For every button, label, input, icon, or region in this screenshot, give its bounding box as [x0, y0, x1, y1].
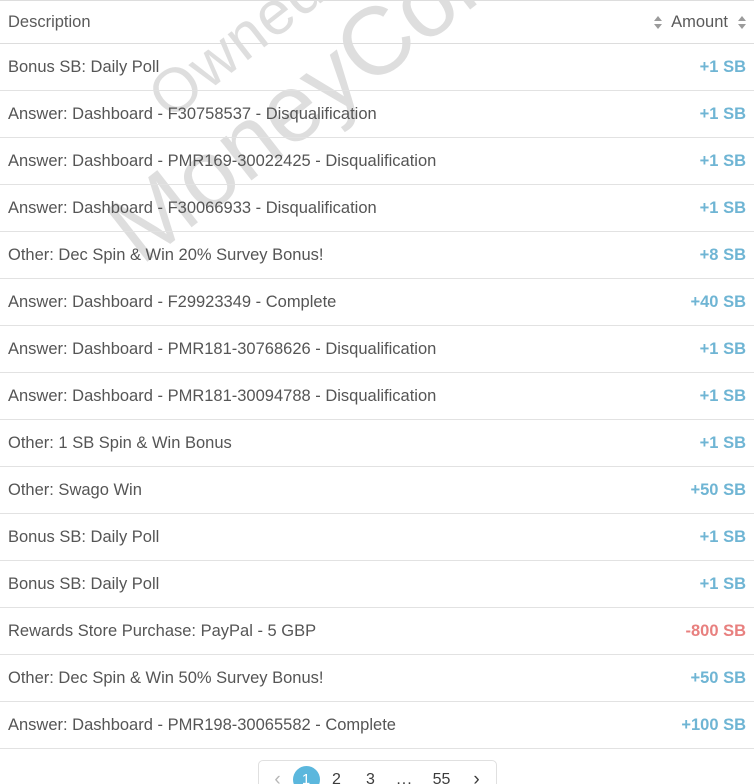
cell-description: Bonus SB: Daily Poll: [0, 560, 548, 608]
pagination: ‹ 1 2 3 ... 55 ›: [257, 760, 497, 784]
pagination-page-1[interactable]: 1: [292, 766, 320, 784]
table-row: Bonus SB: Daily Poll +1 SB: [0, 43, 754, 91]
table-header: Description Amount: [0, 0, 754, 44]
table-body: Bonus SB: Daily Poll +1 SB Answer: Dashboa…: [0, 43, 754, 749]
pagination-page-last[interactable]: 55: [422, 762, 462, 784]
cell-description: Other: 1 SB Spin & Win Bonus: [0, 419, 548, 467]
table-row: Answer: Dashboard - PMR181-30768626 - Di…: [0, 325, 754, 373]
cell-amount: +1 SB: [548, 372, 754, 420]
cell-amount: +1 SB: [548, 43, 754, 91]
column-header-description-label: Description: [8, 12, 91, 31]
cell-description: Other: Swago Win: [0, 466, 548, 514]
cell-amount: +1 SB: [548, 325, 754, 373]
table-row: Other: Dec Spin & Win 20% Survey Bonus! +…: [0, 231, 754, 279]
table-row: Answer: Dashboard - F30066933 - Disquali…: [0, 184, 754, 232]
caret-down-icon: [737, 23, 746, 29]
cell-description: Answer: Dashboard - F30758537 - Disquali…: [0, 90, 548, 138]
cell-amount: -800 SB: [548, 607, 754, 655]
cell-description: Answer: Dashboard - PMR198-30065582 - Co…: [0, 701, 548, 749]
cell-description: Answer: Dashboard - F30066933 - Disquali…: [0, 184, 548, 232]
pagination-area: ‹ 1 2 3 ... 55 ›: [0, 749, 754, 784]
cell-amount: +1 SB: [548, 560, 754, 608]
cell-amount: +8 SB: [548, 231, 754, 279]
table-row: Other: Dec Spin & Win 50% Survey Bonus! +…: [0, 654, 754, 702]
transactions-table-container: Description Amount Bonus SB: Daily Poll …: [0, 0, 754, 749]
table-row: Answer: Dashboard - PMR169-30022425 - Di…: [0, 137, 754, 185]
pagination-ellipsis: ...: [396, 770, 413, 784]
table-row: Bonus SB: Daily Poll +1 SB: [0, 513, 754, 561]
cell-amount: +1 SB: [548, 184, 754, 232]
cell-description: Answer: Dashboard - PMR169-30022425 - Di…: [0, 137, 548, 185]
cell-description: Bonus SB: Daily Poll: [0, 513, 548, 561]
transaction-history-page: Owned by MoneyCortex Description Amount …: [0, 0, 754, 784]
sort-description-icon[interactable]: [653, 14, 662, 30]
cell-amount: +1 SB: [548, 137, 754, 185]
cell-amount: +50 SB: [548, 466, 754, 514]
cell-description: Rewards Store Purchase: PayPal - 5 GBP: [0, 607, 548, 655]
pagination-page-3[interactable]: 3: [354, 762, 388, 784]
cell-description: Answer: Dashboard - F29923349 - Complete: [0, 278, 548, 326]
transactions-table: Description Amount Bonus SB: Daily Poll …: [0, 0, 754, 749]
cell-description: Bonus SB: Daily Poll: [0, 43, 548, 91]
table-row: Answer: Dashboard - PMR198-30065582 - Co…: [0, 701, 754, 749]
table-row: Other: 1 SB Spin & Win Bonus +1 SB: [0, 419, 754, 467]
cell-description: Answer: Dashboard - PMR181-30768626 - Di…: [0, 325, 548, 373]
column-header-amount-label: Amount: [671, 12, 728, 31]
table-row: Other: Swago Win +50 SB: [0, 466, 754, 514]
cell-description: Other: Dec Spin & Win 20% Survey Bonus!: [0, 231, 548, 279]
pagination-page-2[interactable]: 2: [320, 762, 354, 784]
cell-amount: +1 SB: [548, 513, 754, 561]
cell-amount: +100 SB: [548, 701, 754, 749]
cell-description: Other: Dec Spin & Win 50% Survey Bonus!: [0, 654, 548, 702]
caret-up-icon: [737, 15, 746, 21]
pagination-next-button[interactable]: ›: [462, 762, 492, 784]
cell-amount: +1 SB: [548, 419, 754, 467]
column-header-amount[interactable]: Amount: [548, 0, 754, 44]
table-row: Answer: Dashboard - PMR181-30094788 - Di…: [0, 372, 754, 420]
header-row: Description Amount: [0, 0, 754, 44]
caret-up-icon: [653, 15, 662, 21]
caret-down-icon: [653, 23, 662, 29]
table-row: Answer: Dashboard - F30758537 - Disquali…: [0, 90, 754, 138]
column-header-description[interactable]: Description: [0, 0, 548, 44]
table-row: Bonus SB: Daily Poll +1 SB: [0, 560, 754, 608]
sort-amount-icon[interactable]: [737, 14, 746, 30]
table-row: Rewards Store Purchase: PayPal - 5 GBP -8…: [0, 607, 754, 655]
cell-amount: +1 SB: [548, 90, 754, 138]
pagination-prev-button[interactable]: ‹: [263, 762, 293, 784]
cell-amount: +40 SB: [548, 278, 754, 326]
cell-amount: +50 SB: [548, 654, 754, 702]
table-row: Answer: Dashboard - F29923349 - Complete…: [0, 278, 754, 326]
cell-description: Answer: Dashboard - PMR181-30094788 - Di…: [0, 372, 548, 420]
